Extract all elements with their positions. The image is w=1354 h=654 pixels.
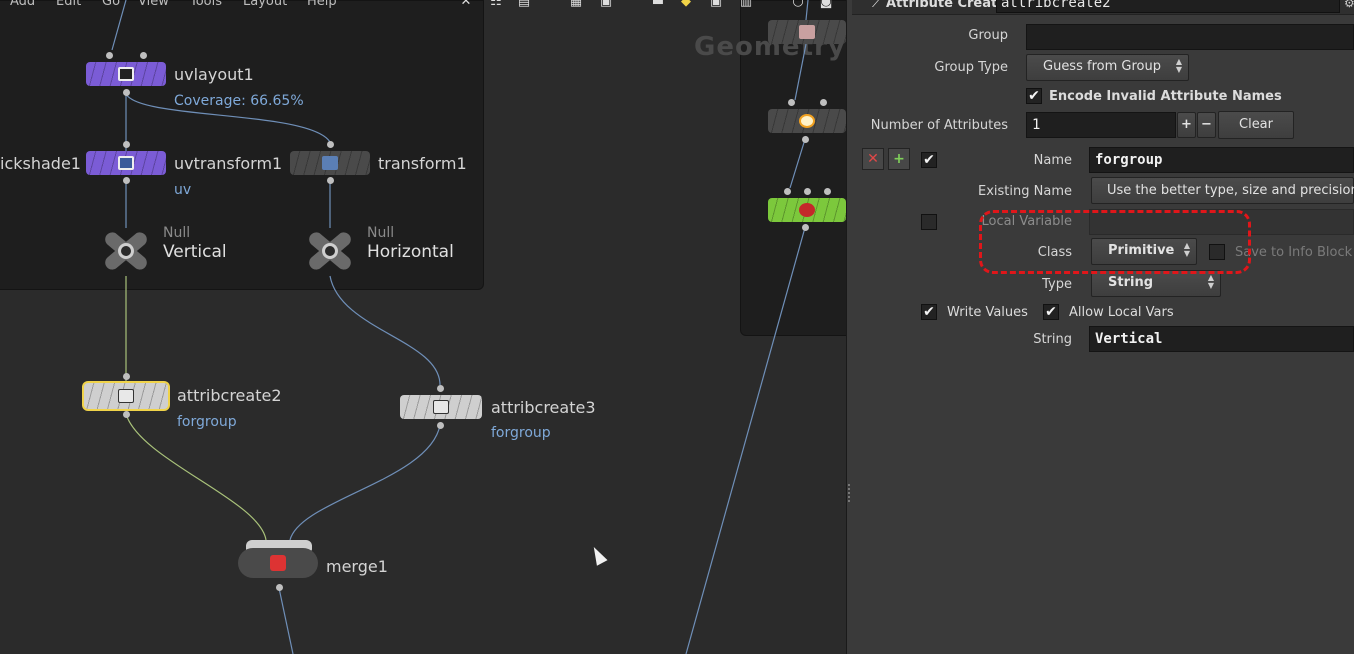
type-label: Type: [1042, 277, 1072, 292]
uvtransform-node[interactable]: [86, 151, 166, 175]
num-attributes-label: Number of Attributes: [870, 118, 1008, 133]
spin-arrows-icon: ▲ ▼: [1175, 57, 1183, 74]
null-vertical-node[interactable]: [97, 228, 155, 274]
output-connector[interactable]: [123, 177, 130, 184]
node-type-icon: ⟋: [872, 0, 882, 11]
output-connector[interactable]: [327, 177, 334, 184]
geo-node-bottom[interactable]: [768, 198, 846, 222]
write-values-label: Write Values: [947, 305, 1028, 320]
output-connector[interactable]: [123, 411, 130, 418]
group-type-value: Guess from Group: [1043, 59, 1161, 74]
input-connector[interactable]: [820, 99, 827, 106]
gear-icon: [118, 243, 134, 259]
uvlayout-node[interactable]: [86, 62, 166, 86]
null-type-label: Null: [163, 225, 191, 241]
remove-multiparm-button[interactable]: −: [1197, 112, 1216, 138]
input-connector[interactable]: [106, 52, 113, 59]
name-label: Name: [1033, 153, 1072, 168]
num-attributes-input[interactable]: 1: [1026, 112, 1176, 138]
input-connector[interactable]: [788, 99, 795, 106]
sphere-icon: [799, 203, 815, 217]
gear-icon[interactable]: ⚙: [1344, 0, 1354, 10]
group-type-label: Group Type: [934, 60, 1008, 75]
parameter-pane: ⟋ Attribute Create attribcreate2 ⚙ Group…: [852, 0, 1354, 654]
node-wires: [111, 0, 809, 654]
input-connector[interactable]: [824, 188, 831, 195]
encode-invalid-label: Encode Invalid Attribute Names: [1049, 89, 1282, 104]
allow-local-vars-label: Allow Local Vars: [1069, 305, 1174, 320]
type-value: String: [1108, 275, 1154, 290]
group-label: Group: [968, 28, 1008, 43]
existing-name-dropdown[interactable]: Use the better type, size and precision: [1091, 177, 1354, 204]
attribcreate3-label: attribcreate3: [491, 398, 596, 417]
merge-label: merge1: [326, 557, 388, 576]
node-name-field[interactable]: attribcreate2: [996, 0, 1340, 13]
attribcreate2-info: forgroup: [177, 414, 237, 430]
attribcreate2-label: attribcreate2: [177, 386, 282, 405]
input-connector[interactable]: [123, 373, 130, 380]
type-dropdown[interactable]: String ▲ ▼: [1091, 270, 1221, 297]
output-connector[interactable]: [123, 89, 130, 96]
uvtransform-label: uvtransform1: [174, 154, 283, 173]
uvlayout-coverage: Coverage: 66.65%: [174, 93, 304, 109]
input-connector[interactable]: [804, 188, 811, 195]
allow-local-vars-checkbox[interactable]: ✔: [1043, 304, 1059, 320]
gear-icon: [322, 243, 338, 259]
null-horizontal-node[interactable]: [301, 228, 359, 274]
save-info-label: Save to Info Block: [1235, 245, 1353, 260]
merge-icon: [270, 555, 286, 571]
clear-button[interactable]: Clear: [1218, 111, 1294, 139]
transform-label: transform1: [378, 154, 467, 173]
uvlayout-icon: [118, 67, 134, 81]
attribcreate-icon: [118, 389, 134, 403]
existing-name-label: Existing Name: [978, 184, 1072, 199]
geo-node-mid[interactable]: [768, 109, 846, 133]
merge-node[interactable]: [238, 548, 318, 578]
network-editor[interactable]: Geometry Add Edit Go View Tools Layout H…: [0, 0, 846, 654]
transform-icon: [322, 156, 338, 170]
string-label: String: [1033, 332, 1072, 347]
attribcreate3-node[interactable]: [400, 395, 482, 419]
input-connector[interactable]: [123, 141, 130, 148]
uvlayout-label: uvlayout1: [174, 65, 254, 84]
name-input[interactable]: forgroup: [1089, 147, 1354, 173]
input-connector[interactable]: [140, 52, 147, 59]
light-icon: [799, 114, 815, 128]
shape-icon: [799, 25, 815, 39]
uvtransform-icon: [118, 156, 134, 170]
output-connector[interactable]: [802, 136, 809, 143]
node-type-label: Attribute Create: [886, 0, 1007, 11]
null-vertical-label: Vertical: [163, 242, 227, 262]
string-input[interactable]: Vertical: [1089, 326, 1354, 352]
input-connector[interactable]: [784, 188, 791, 195]
null-horizontal-label: Horizontal: [367, 242, 454, 262]
splitter-grip[interactable]: [848, 484, 850, 502]
attribcreate2-node[interactable]: [84, 383, 168, 409]
attribcreate3-info: forgroup: [491, 425, 551, 441]
output-connector[interactable]: [437, 422, 444, 429]
spin-arrows-icon: ▲ ▼: [1207, 273, 1215, 290]
transform-node[interactable]: [290, 151, 370, 175]
input-connector[interactable]: [437, 385, 444, 392]
input-connector[interactable]: [327, 141, 334, 148]
add-multiparm-button[interactable]: +: [1177, 112, 1196, 138]
quickshade-label: ickshade1: [0, 154, 81, 173]
geo-node-top[interactable]: [768, 20, 846, 44]
uvtransform-info: uv: [174, 182, 192, 198]
group-input[interactable]: [1026, 24, 1354, 50]
encode-invalid-checkbox[interactable]: ✔: [1026, 88, 1042, 104]
null-type-label: Null: [367, 225, 395, 241]
output-connector[interactable]: [802, 224, 809, 231]
highlight-annotation: [979, 210, 1251, 274]
write-values-checkbox[interactable]: ✔: [921, 304, 937, 320]
attribcreate-icon: [433, 400, 449, 414]
group-type-dropdown[interactable]: Guess from Group ▲ ▼: [1026, 54, 1189, 81]
output-connector[interactable]: [276, 584, 283, 591]
